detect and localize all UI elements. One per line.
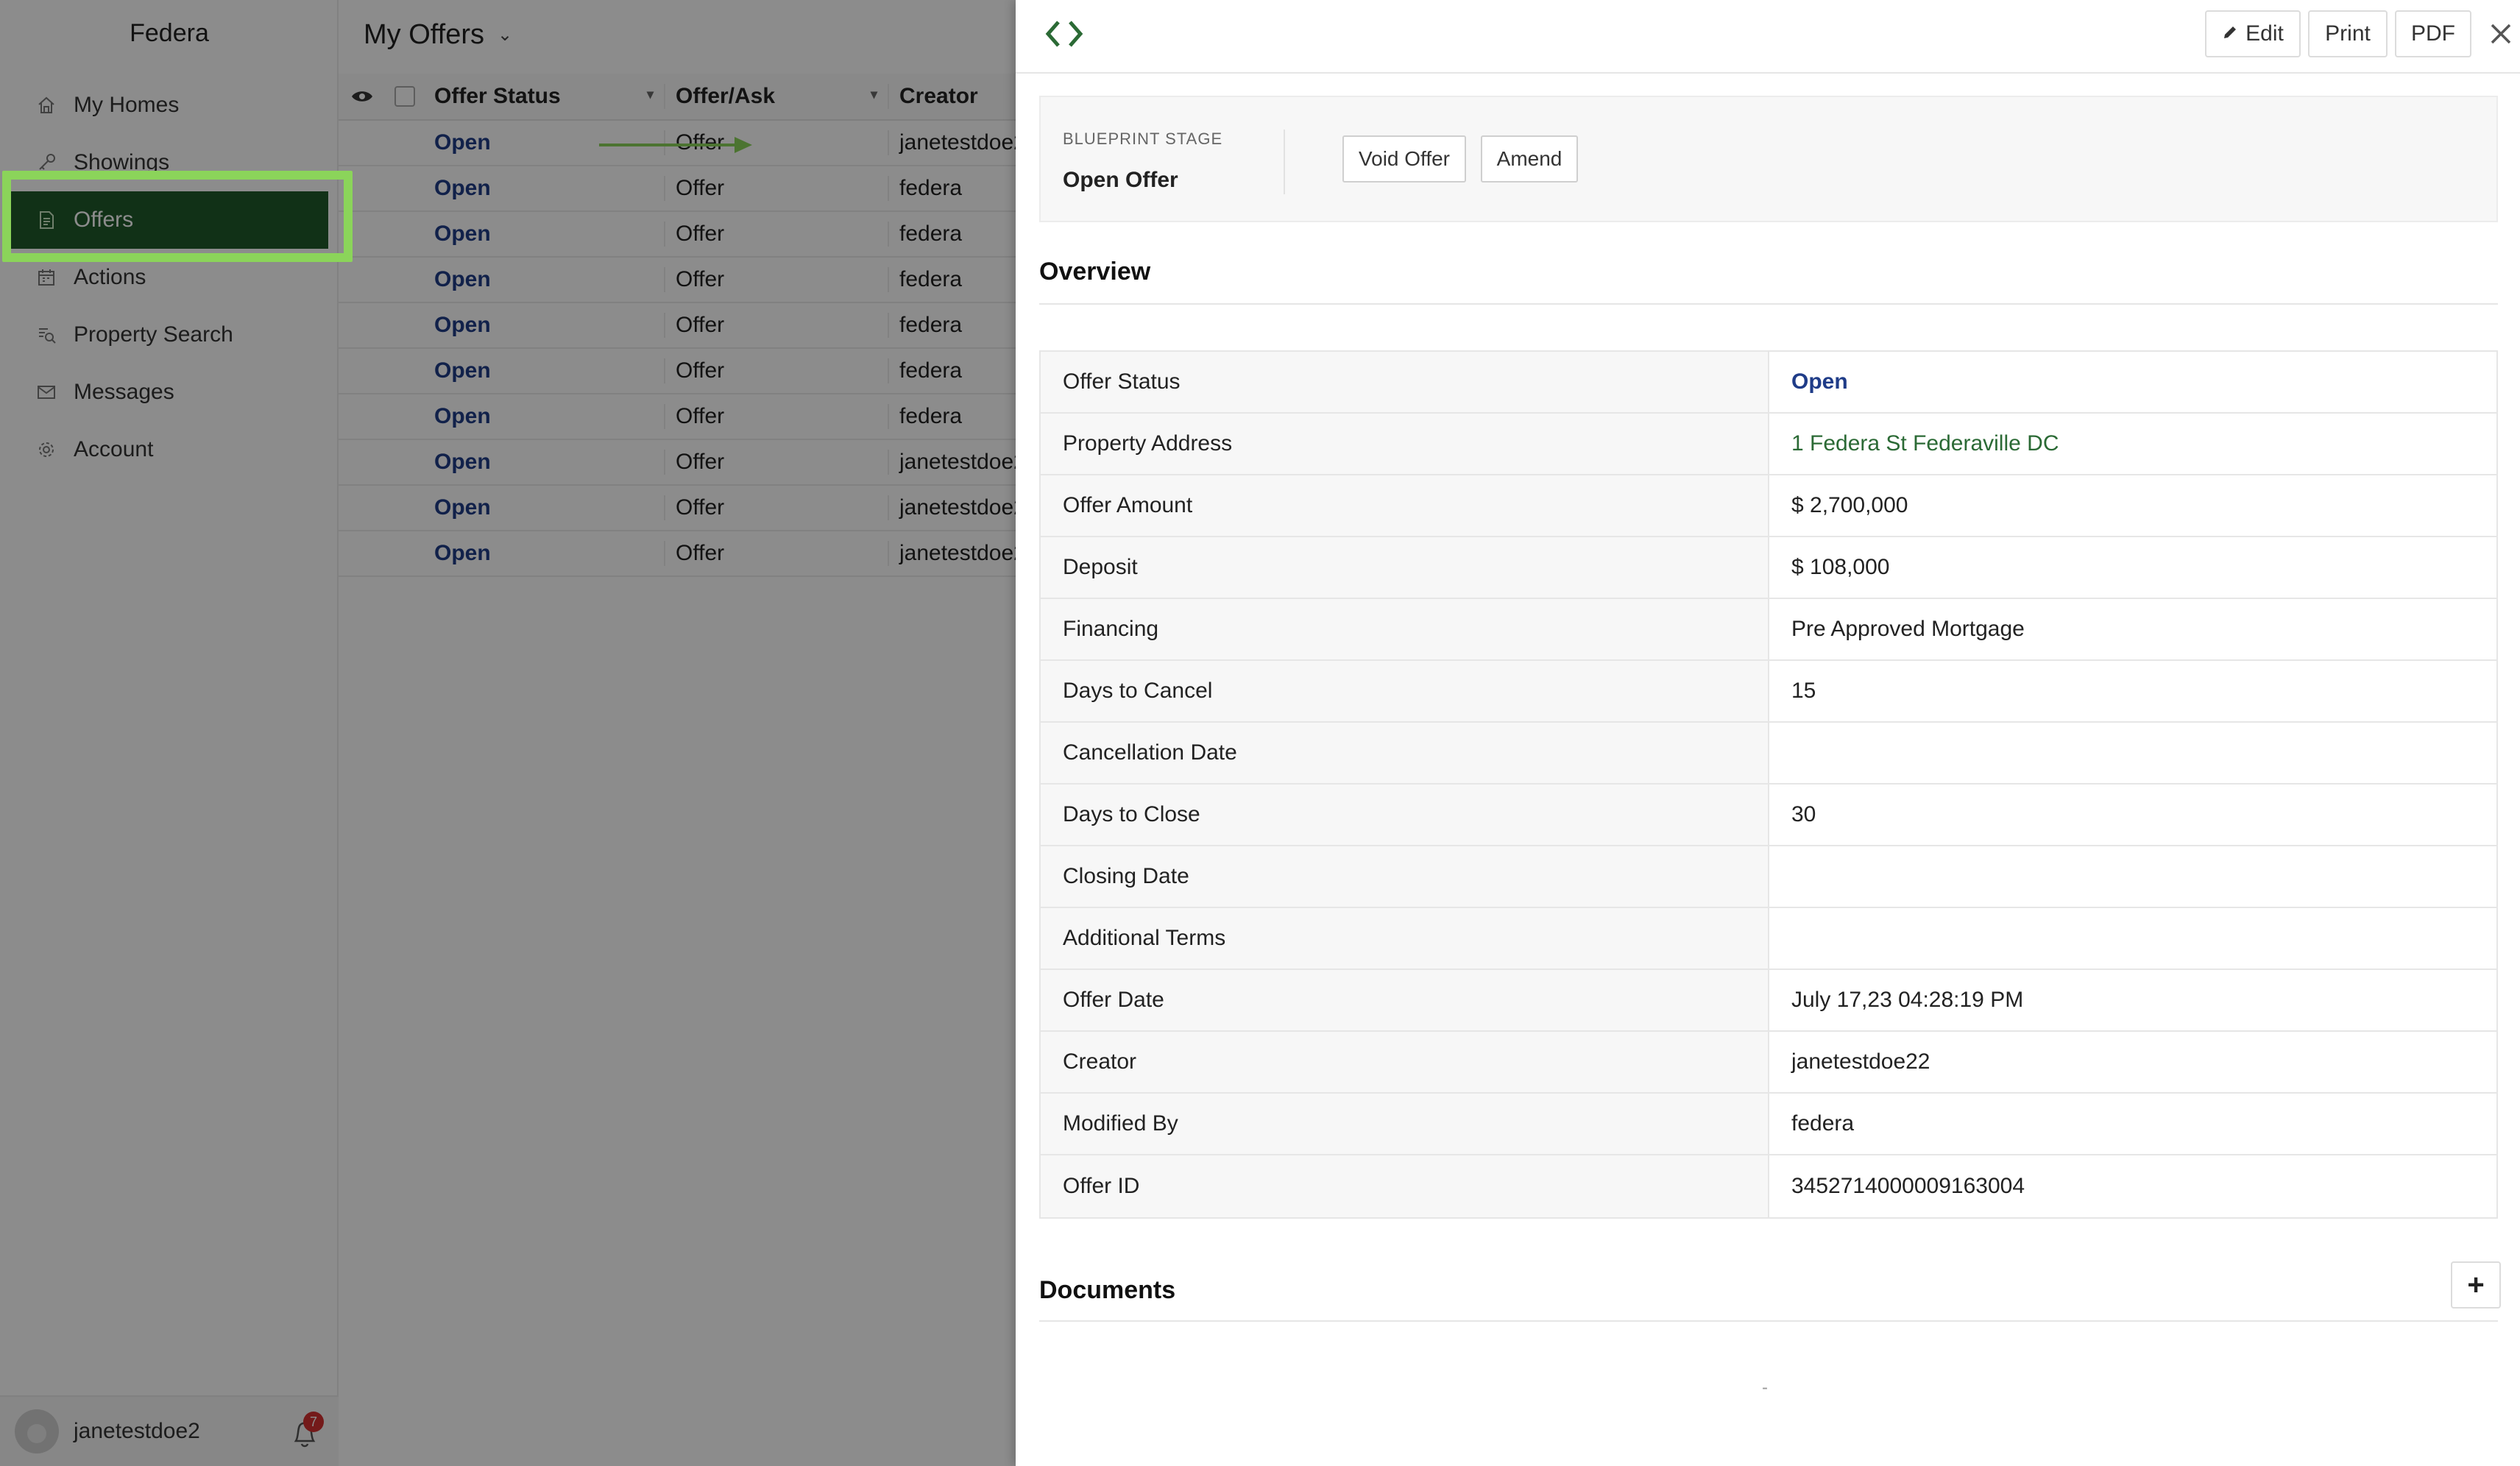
print-button[interactable]: Print — [2308, 10, 2388, 57]
edit-button[interactable]: Edit — [2205, 10, 2301, 57]
field-row: Days to Cancel 15 — [1041, 661, 2496, 723]
field-row: Modified By federa — [1041, 1094, 2496, 1155]
field-label: Creator — [1041, 1032, 1769, 1092]
field-row: Offer ID 3452714000009163004 — [1041, 1155, 2496, 1217]
deposit-value: $ 108,000 — [1791, 555, 1890, 579]
stage-label: BLUEPRINT STAGE — [1063, 130, 1223, 148]
divider — [1039, 1320, 2498, 1322]
financing-value: Pre Approved Mortgage — [1791, 617, 2025, 641]
field-row: Property Address 1 Federa St Federaville… — [1041, 414, 2496, 475]
closing-date-value — [1769, 846, 2496, 907]
field-label: Offer ID — [1041, 1155, 1769, 1217]
field-label: Offer Date — [1041, 970, 1769, 1030]
field-row: Financing Pre Approved Mortgage — [1041, 599, 2496, 661]
field-label: Days to Cancel — [1041, 661, 1769, 721]
add-document-button[interactable]: + — [2451, 1261, 2501, 1309]
field-row: Offer Amount $ 2,700,000 — [1041, 475, 2496, 537]
days-to-close-value: 30 — [1791, 802, 1816, 826]
amend-button[interactable]: Amend — [1481, 135, 1578, 183]
stage-divider — [1284, 130, 1285, 194]
panel-toolbar: Edit Print PDF — [1016, 0, 2520, 74]
close-icon[interactable] — [2488, 21, 2514, 47]
offer-status-value: Open — [1791, 369, 1848, 394]
field-row: Cancellation Date — [1041, 723, 2496, 785]
documents-empty-state: - — [1762, 1378, 1768, 1398]
plus-icon: + — [2467, 1268, 2485, 1301]
modified-by-value: federa — [1791, 1111, 1855, 1136]
field-row: Additional Terms — [1041, 908, 2496, 970]
pencil-icon — [2222, 21, 2238, 46]
property-address-link[interactable]: 1 Federa St Federaville DC — [1769, 414, 2496, 474]
field-label: Modified By — [1041, 1094, 1769, 1154]
stage-value: Open Offer — [1063, 168, 1178, 192]
field-label: Additional Terms — [1041, 908, 1769, 969]
void-offer-button[interactable]: Void Offer — [1342, 135, 1466, 183]
field-label: Closing Date — [1041, 846, 1769, 907]
days-to-cancel-value: 15 — [1791, 679, 1816, 703]
cancellation-date-value — [1769, 723, 2496, 783]
additional-terms-value — [1769, 908, 2496, 969]
offer-amount-value: $ 2,700,000 — [1791, 493, 1908, 517]
creator-value: janetestdoe22 — [1791, 1049, 1930, 1074]
field-label: Days to Close — [1041, 785, 1769, 845]
field-label: Financing — [1041, 599, 1769, 659]
offer-detail-panel: Edit Print PDF BLUEPRINT STAGE Open Offe… — [1016, 0, 2520, 1466]
blueprint-stage: BLUEPRINT STAGE Open Offer Void Offer Am… — [1039, 96, 2498, 222]
field-label: Cancellation Date — [1041, 723, 1769, 783]
field-label: Property Address — [1041, 414, 1769, 474]
overview-heading: Overview — [1039, 258, 1151, 286]
field-row: Closing Date — [1041, 846, 2496, 908]
code-icon[interactable] — [1044, 18, 1085, 50]
field-label: Offer Amount — [1041, 475, 1769, 536]
field-row: Deposit $ 108,000 — [1041, 537, 2496, 599]
field-label: Offer Status — [1041, 352, 1769, 412]
offer-id-value: 3452714000009163004 — [1791, 1174, 2025, 1198]
field-row: Offer Status Open — [1041, 352, 2496, 414]
offer-date-value: July 17,23 04:28:19 PM — [1791, 988, 2024, 1012]
pdf-button[interactable]: PDF — [2395, 10, 2471, 57]
divider — [1039, 303, 2498, 305]
active-item-highlight — [2, 171, 353, 262]
field-row: Days to Close 30 — [1041, 785, 2496, 846]
field-label: Deposit — [1041, 537, 1769, 598]
field-row: Creator janetestdoe22 — [1041, 1032, 2496, 1094]
overview-table: Offer Status Open Property Address 1 Fed… — [1039, 350, 2498, 1219]
documents-heading: Documents — [1039, 1276, 1176, 1304]
field-row: Offer Date July 17,23 04:28:19 PM — [1041, 970, 2496, 1032]
